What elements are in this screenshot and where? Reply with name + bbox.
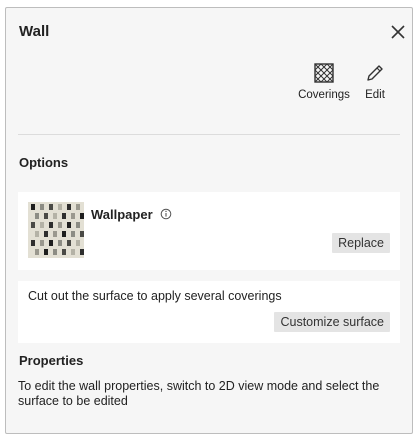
wallpaper-card: Wallpaper Replace (18, 192, 400, 270)
properties-title: Properties (19, 353, 84, 368)
cutout-description: Cut out the surface to apply several cov… (28, 289, 282, 303)
cutout-card: Cut out the surface to apply several cov… (18, 281, 400, 343)
close-icon[interactable] (388, 22, 408, 42)
wallpaper-thumbnail[interactable] (28, 202, 84, 258)
properties-description: To edit the wall properties, switch to 2… (18, 379, 380, 408)
wall-panel: Wall Coverings Edit Options Wallpaper Re… (5, 7, 413, 434)
options-title: Options (19, 155, 69, 170)
coverings-label: Coverings (298, 89, 350, 101)
edit-label: Edit (365, 89, 385, 101)
replace-button[interactable]: Replace (332, 233, 390, 253)
section-divider (18, 134, 400, 135)
coverings-button[interactable]: Coverings (296, 63, 352, 101)
info-icon[interactable] (160, 208, 172, 220)
pencil-icon (367, 65, 383, 81)
wallpaper-name: Wallpaper (91, 207, 153, 222)
edit-button[interactable]: Edit (360, 63, 390, 101)
hatched-square-icon (314, 63, 334, 83)
customize-surface-button[interactable]: Customize surface (274, 312, 390, 332)
panel-title: Wall (19, 23, 50, 40)
